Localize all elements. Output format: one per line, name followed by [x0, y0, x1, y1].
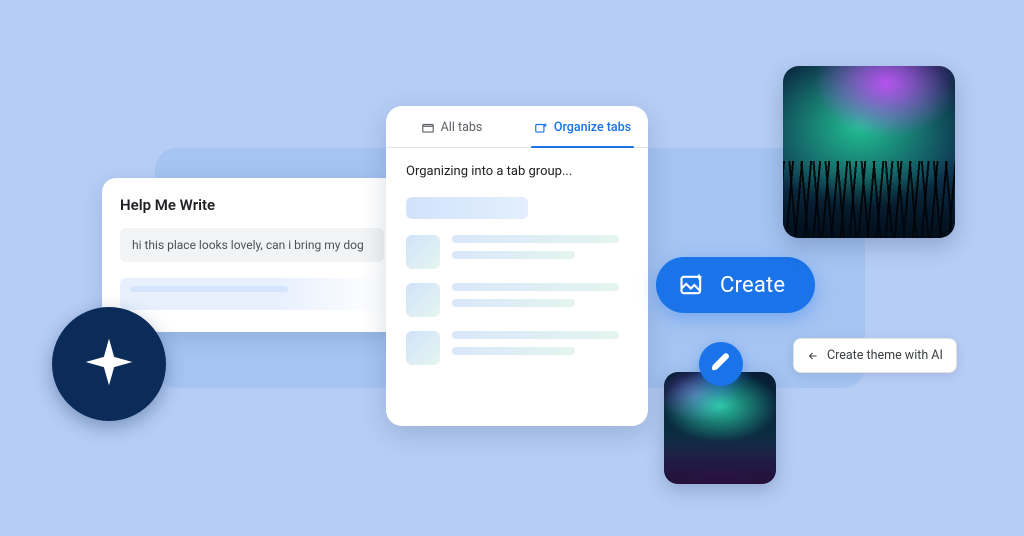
edit-fab[interactable] — [699, 342, 743, 386]
skeleton-line — [452, 347, 575, 355]
tab-organize-tabs[interactable]: Organize tabs — [517, 106, 648, 147]
pencil-icon — [711, 352, 731, 376]
skeleton-line — [452, 283, 619, 291]
tab-all-tabs-label: All tabs — [441, 120, 483, 135]
help-me-write-title: Help Me Write — [120, 196, 384, 214]
aurora-theme-preview-small — [664, 372, 776, 484]
arrow-left-icon — [807, 350, 819, 362]
create-theme-chip[interactable]: Create theme with AI — [793, 338, 957, 373]
ai-star-badge — [52, 307, 166, 421]
skeleton-favicon — [406, 283, 440, 317]
tab-organize-tabs-label: Organize tabs — [554, 120, 631, 135]
image-sparkle-icon — [678, 271, 706, 299]
skeleton-line — [452, 299, 575, 307]
skeleton-favicon — [406, 331, 440, 365]
create-button[interactable]: Create — [656, 257, 815, 313]
organize-sparkle-icon — [534, 121, 548, 135]
organize-tabs-card: All tabs Organize tabs Organizing into a… — [386, 106, 648, 426]
tab-all-tabs[interactable]: All tabs — [386, 106, 517, 147]
skeleton-group-title — [406, 197, 528, 219]
skeleton-line — [452, 331, 619, 339]
help-me-write-result-skeleton — [120, 278, 384, 310]
organize-status-text: Organizing into a tab group... — [406, 164, 628, 179]
create-button-label: Create — [720, 273, 785, 298]
skeleton-tab-row — [406, 331, 628, 365]
skeleton-tab-row — [406, 283, 628, 317]
organize-body: Organizing into a tab group... — [386, 148, 648, 399]
skeleton-line — [452, 235, 619, 243]
skeleton-tab-row — [406, 235, 628, 269]
help-me-write-card: Help Me Write hi this place looks lovely… — [102, 178, 402, 332]
skeleton-favicon — [406, 235, 440, 269]
tabs-icon — [421, 121, 435, 135]
skeleton-line — [452, 251, 575, 259]
create-theme-chip-label: Create theme with AI — [827, 348, 943, 363]
help-me-write-input[interactable]: hi this place looks lovely, can i bring … — [120, 228, 384, 262]
sparkle-star-icon — [81, 334, 137, 394]
aurora-theme-preview-large — [783, 66, 955, 238]
organize-tab-strip: All tabs Organize tabs — [386, 106, 648, 148]
